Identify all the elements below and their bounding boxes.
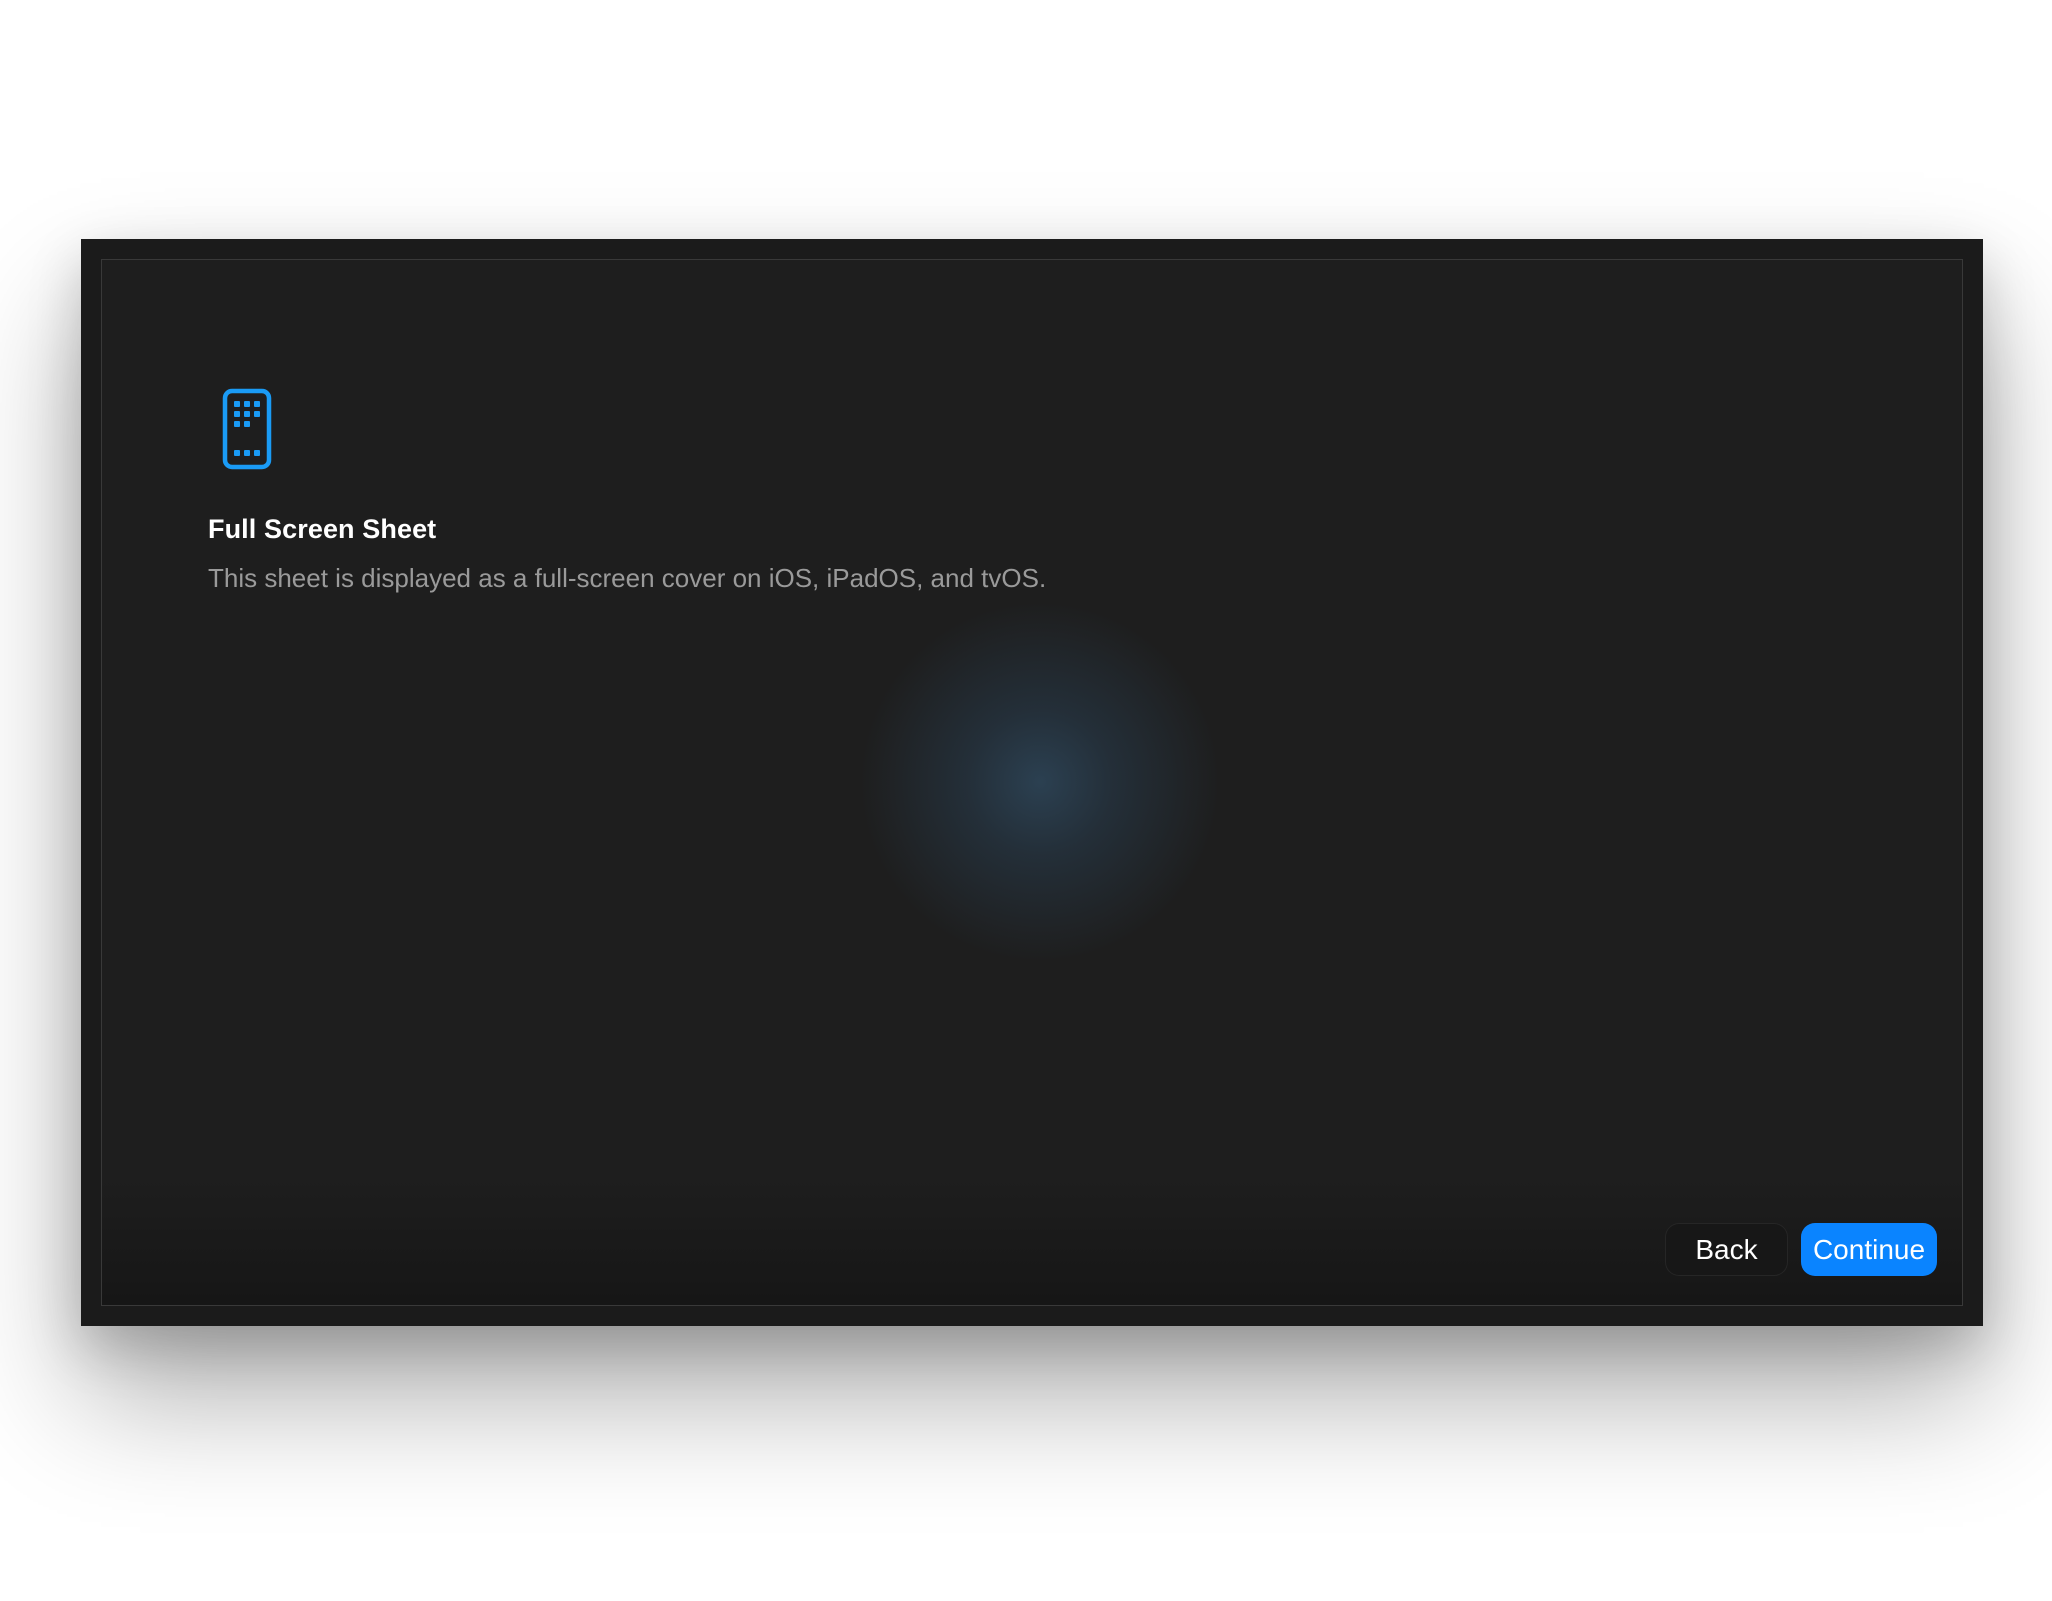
iphone-homescreen-icon bbox=[222, 388, 272, 470]
background-glow bbox=[102, 260, 1962, 1305]
sheet-window: Full Screen Sheet This sheet is displaye… bbox=[81, 239, 1983, 1326]
sheet-content: Full Screen Sheet This sheet is displaye… bbox=[101, 259, 1963, 1306]
sheet-title: Full Screen Sheet bbox=[208, 514, 437, 544]
sheet-description: This sheet is displayed as a full-screen… bbox=[208, 563, 1047, 593]
back-button[interactable]: Back bbox=[1665, 1223, 1788, 1276]
continue-button[interactable]: Continue bbox=[1801, 1223, 1937, 1276]
